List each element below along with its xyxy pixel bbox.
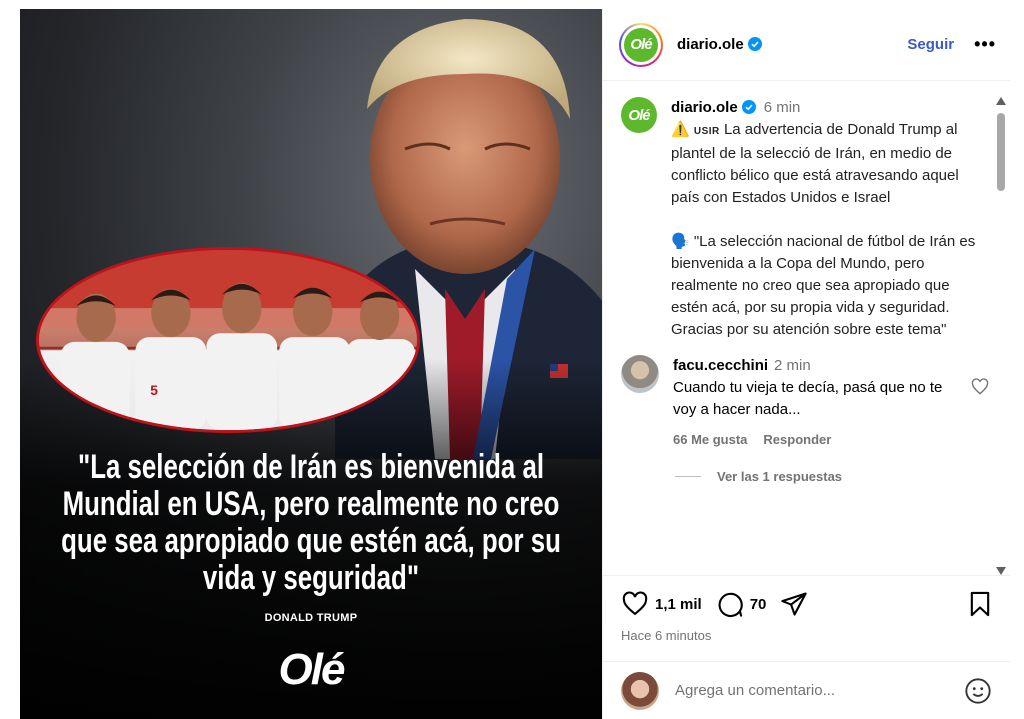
quote-text: "La selección de Irán es bienvenida al M…	[61, 448, 561, 597]
post-modal: 5 "La selección de Irán es bienvenida al…	[20, 9, 1010, 719]
share-icon[interactable]	[780, 590, 808, 618]
post-caption: Olé diario.ole 6 min ⚠️ USIR La advertenc…	[621, 97, 990, 341]
brand-logo: Olé	[278, 645, 346, 694]
view-replies-label[interactable]: Ver las 1 respuestas	[717, 469, 842, 484]
account-avatar[interactable]: Olé	[619, 22, 663, 67]
reply-button[interactable]: Responder	[763, 429, 831, 451]
comments-count[interactable]: 70	[750, 596, 767, 613]
team-photo: 5	[36, 247, 420, 433]
bookmark-icon[interactable]	[966, 590, 994, 618]
quote-author: DONALD TRUMP	[264, 612, 358, 624]
warning-icon: ⚠️	[671, 121, 690, 138]
caption-text-2: "La selección nacional de fútbol de Irán…	[671, 233, 976, 338]
comment-likes[interactable]: 66 Me gusta	[673, 429, 747, 451]
svg-text:5: 5	[150, 383, 158, 398]
scroll-down-icon[interactable]	[996, 567, 1006, 575]
heart-icon[interactable]	[621, 590, 649, 618]
speaking-icon: 🗣️	[671, 233, 690, 250]
flag-text: USIR	[693, 126, 720, 137]
comment-heart-icon[interactable]	[970, 377, 990, 397]
comment-time[interactable]: 2 min	[774, 357, 811, 374]
view-replies[interactable]: Ver las 1 respuestas	[675, 469, 990, 484]
caption-username[interactable]: diario.ole	[671, 99, 738, 116]
caption-body: diario.ole 6 min ⚠️ USIR La advertencia d…	[671, 97, 990, 341]
header-username-text[interactable]: diario.ole	[677, 36, 744, 53]
caption-avatar[interactable]: Olé	[621, 97, 657, 133]
scrollbar[interactable]	[995, 97, 1007, 575]
comment-text: Cuando tu vieja te decía, pasá que no te…	[673, 379, 943, 418]
more-options-icon[interactable]: •••	[974, 34, 996, 55]
caption-time[interactable]: 6 min	[764, 99, 801, 116]
follow-button[interactable]: Seguir	[907, 36, 954, 53]
comment-item: facu.cecchini 2 min Cuando tu vieja te de…	[621, 355, 990, 451]
post-sidebar: Olé diario.ole Seguir ••• Olé diario.ole…	[602, 9, 1010, 719]
comment-input[interactable]	[675, 682, 964, 699]
post-time-ago[interactable]: Hace 6 minutos	[621, 628, 994, 643]
quote-container: "La selección de Irán es bienvenida al M…	[20, 449, 602, 597]
comments-scroll-area[interactable]: Olé diario.ole 6 min ⚠️ USIR La advertenc…	[603, 89, 1010, 574]
comment-avatar[interactable]	[621, 355, 659, 393]
header-username[interactable]: diario.ole	[677, 36, 762, 53]
post-header: Olé diario.ole Seguir •••	[603, 9, 1010, 81]
add-comment-bar	[603, 661, 1010, 719]
comment-icon[interactable]	[716, 590, 744, 618]
scrollbar-thumb[interactable]	[997, 113, 1005, 191]
post-actions: 1,1 mil 70 Hace 6 minutos	[603, 575, 1010, 643]
comment-body: facu.cecchini 2 min Cuando tu vieja te de…	[673, 355, 956, 451]
emoji-icon[interactable]	[964, 677, 992, 705]
verified-icon	[741, 100, 756, 114]
comment-username[interactable]: facu.cecchini	[673, 357, 768, 374]
verified-icon	[747, 37, 762, 51]
post-image[interactable]: 5 "La selección de Irán es bienvenida al…	[20, 9, 602, 719]
ole-logo: Olé	[624, 27, 658, 62]
replies-divider	[675, 476, 701, 477]
user-avatar[interactable]	[621, 671, 659, 710]
likes-count[interactable]: 1,1 mil	[655, 596, 702, 613]
scroll-up-icon[interactable]	[996, 97, 1006, 105]
